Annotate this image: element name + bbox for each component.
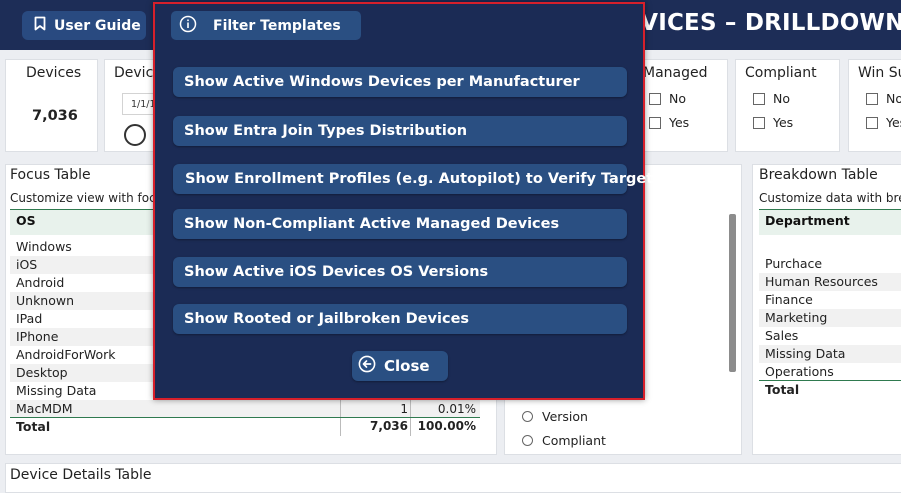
radio-button[interactable] [522, 411, 533, 422]
breakdown-table-subtitle: Customize data with breal [759, 191, 901, 205]
macmdm-count: 1 [400, 402, 408, 416]
page-title: DEVICES – DRILLDOWN [605, 10, 901, 36]
radio-button[interactable] [522, 435, 533, 446]
table-row[interactable]: Missing Data [10, 382, 160, 400]
date-slider-handle[interactable] [124, 124, 146, 146]
checkbox[interactable] [753, 116, 765, 129]
managed-card-title: Managed [643, 65, 708, 81]
breakdown-table-header-department[interactable]: Department [759, 209, 901, 235]
table-row[interactable]: Missing Data [759, 345, 901, 363]
win-su-yes-option[interactable]: Yes [866, 115, 901, 130]
column-divider [340, 400, 341, 436]
filter-templates-modal [153, 2, 645, 400]
template-rooted-jailbroken-button[interactable]: Show Rooted or Jailbroken Devices [173, 304, 627, 334]
table-row[interactable]: Desktop [10, 364, 160, 382]
template-ios-versions-button[interactable]: Show Active iOS Devices OS Versions [173, 257, 627, 287]
template-active-windows-button[interactable]: Show Active Windows Devices per Manufact… [173, 67, 627, 97]
total-percent: 100.00% [417, 419, 476, 433]
table-row[interactable]: IPhone [10, 328, 160, 346]
managed-yes-option[interactable]: Yes [649, 115, 689, 130]
checkbox[interactable] [649, 116, 661, 129]
user-guide-button[interactable]: User Guide [22, 11, 146, 40]
info-icon [179, 15, 197, 37]
column-divider [410, 400, 411, 436]
win-su-no-option[interactable]: No [866, 91, 901, 106]
arrow-left-circle-icon [358, 355, 376, 377]
table-row[interactable]: iOS [10, 256, 160, 274]
table-row[interactable]: IPad [10, 310, 160, 328]
radio-compliant[interactable]: Compliant [522, 433, 606, 448]
table-row[interactable]: Operations [759, 363, 901, 381]
table-row[interactable]: Human Resources [759, 273, 901, 291]
focus-table-header-os[interactable]: OS [10, 209, 160, 235]
compliant-card-title: Compliant [745, 65, 817, 81]
checkbox[interactable] [866, 92, 878, 105]
template-enrollment-profiles-button[interactable]: Show Enrollment Profiles (e.g. Autopilot… [173, 164, 679, 194]
template-entra-join-button[interactable]: Show Entra Join Types Distribution [173, 116, 627, 146]
table-row[interactable]: Windows [10, 238, 160, 256]
table-row[interactable]: Purchace [759, 255, 901, 273]
user-guide-label: User Guide [54, 17, 141, 34]
table-row[interactable]: Unknown [10, 292, 160, 310]
close-label: Close [384, 357, 430, 375]
table-row[interactable]: Marketing [759, 309, 901, 327]
devices-card: Devices 7,036 [5, 59, 98, 152]
macmdm-percent: 0.01% [437, 402, 476, 416]
win-su-card: Win Su No Yes [848, 59, 901, 152]
focus-table-title: Focus Table [10, 167, 91, 183]
compliant-no-option[interactable]: No [753, 91, 790, 106]
win-su-card-title: Win Su [858, 65, 901, 81]
managed-card: Managed No Yes [636, 59, 728, 152]
checkbox[interactable] [649, 92, 661, 105]
managed-no-option[interactable]: No [649, 91, 686, 106]
device-date-card-title: Devic [114, 65, 154, 81]
table-row[interactable]: AndroidForWork [10, 346, 160, 364]
table-row[interactable]: Finance [759, 291, 901, 309]
focus-table-subtitle: Customize view with focus [10, 191, 170, 205]
breakdown-table-title: Breakdown Table [759, 167, 878, 183]
compliant-card: Compliant No Yes [735, 59, 840, 152]
bookmark-icon [34, 16, 46, 35]
devices-card-title: Devices [26, 65, 82, 81]
close-button[interactable]: Close [352, 351, 448, 381]
breakdown-total-label: Total [765, 382, 800, 397]
scrollbar[interactable] [729, 214, 736, 372]
compliant-yes-option[interactable]: Yes [753, 115, 793, 130]
template-non-compliant-button[interactable]: Show Non-Compliant Active Managed Device… [173, 209, 627, 239]
total-row-label: Total [16, 419, 51, 434]
devices-count: 7,036 [32, 108, 78, 124]
table-row[interactable]: Sales [759, 327, 901, 345]
table-row[interactable]: Android [10, 274, 160, 292]
checkbox[interactable] [866, 116, 878, 129]
total-count: 7,036 [370, 419, 408, 433]
radio-version[interactable]: Version [522, 409, 588, 424]
filter-templates-header[interactable]: Filter Templates [171, 11, 361, 40]
checkbox[interactable] [753, 92, 765, 105]
filter-templates-label: Filter Templates [213, 17, 341, 34]
